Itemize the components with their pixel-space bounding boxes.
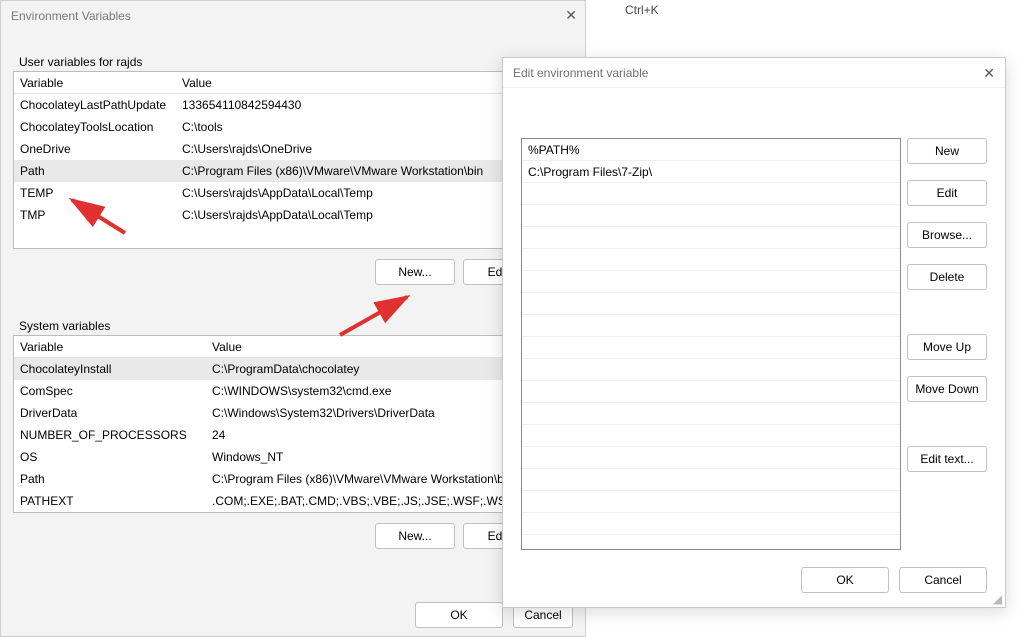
table-row[interactable]: OneDriveC:\Users\rajds\OneDrive [14,138,572,160]
col-variable[interactable]: Variable [20,76,182,90]
user-vars-list[interactable]: Variable Value ChocolateyLastPathUpdate1… [13,71,573,249]
list-item-empty[interactable] [522,315,900,337]
edit-dialog-title: Edit environment variable [513,66,648,80]
system-vars-group: System variables Variable Value Chocolat… [13,311,573,559]
keyboard-hint: Ctrl+K [625,3,659,17]
cell-var: OS [20,450,212,464]
table-row[interactable]: PATHEXT.COM;.EXE;.BAT;.CMD;.VBS;.VBE;.JS… [14,490,572,512]
list-item[interactable]: C:\Program Files\7-Zip\ [522,161,900,183]
user-vars-group: User variables for rajds Variable Value … [13,47,573,295]
list-item-empty[interactable] [522,227,900,249]
cell-var: Path [20,472,212,486]
table-row[interactable]: NUMBER_OF_PROCESSORS24 [14,424,572,446]
list-item-empty[interactable] [522,469,900,491]
cell-var: ChocolateyToolsLocation [20,120,182,134]
col-variable[interactable]: Variable [20,340,212,354]
cell-var: PATHEXT [20,494,212,508]
env-dialog-title: Environment Variables [11,9,131,23]
system-new-button[interactable]: New... [375,523,455,549]
list-item-empty[interactable] [522,513,900,535]
table-row[interactable]: OSWindows_NT [14,446,572,468]
list-item-empty[interactable] [522,293,900,315]
list-item-empty[interactable] [522,337,900,359]
list-item-empty[interactable] [522,359,900,381]
table-row[interactable]: ComSpecC:\WINDOWS\system32\cmd.exe [14,380,572,402]
close-icon[interactable]: ✕ [983,65,995,82]
list-item-empty[interactable] [522,403,900,425]
table-row[interactable]: ChocolateyInstallC:\ProgramData\chocolat… [14,358,572,380]
user-new-button[interactable]: New... [375,259,455,285]
table-row[interactable]: TMPC:\Users\rajds\AppData\Local\Temp [14,204,572,226]
edit-dialog-footer: OK Cancel [801,567,987,593]
list-item-empty[interactable] [522,249,900,271]
list-item-empty[interactable] [522,447,900,469]
resize-grip-icon[interactable]: ◢ [990,592,1002,604]
cell-var: TEMP [20,186,182,200]
list-item-empty[interactable] [522,183,900,205]
table-row-path[interactable]: PathC:\Program Files (x86)\VMware\VMware… [14,160,572,182]
edit-env-variable-dialog: Edit environment variable ✕ %PATH% C:\Pr… [502,57,1006,608]
close-icon[interactable]: ✕ [565,7,577,24]
user-vars-buttons: New... Edit... [13,249,573,295]
system-vars-buttons: New... Edit... [13,513,573,559]
system-vars-label: System variables [15,319,114,333]
edit-text-button[interactable]: Edit text... [907,446,987,472]
table-row[interactable]: DriverDataC:\Windows\System32\Drivers\Dr… [14,402,572,424]
table-row[interactable]: PathC:\Program Files (x86)\VMware\VMware… [14,468,572,490]
list-item-empty[interactable] [522,205,900,227]
edit-ok-button[interactable]: OK [801,567,889,593]
env-variables-dialog: Environment Variables ✕ User variables f… [0,0,586,637]
list-header[interactable]: Variable Value [14,72,572,94]
new-button[interactable]: New [907,138,987,164]
browse-button[interactable]: Browse... [907,222,987,248]
table-row[interactable]: ChocolateyLastPathUpdate1336541108425944… [14,94,572,116]
move-up-button[interactable]: Move Up [907,334,987,360]
cell-var: Path [20,164,182,178]
system-vars-list[interactable]: Variable Value ChocolateyInstallC:\Progr… [13,335,573,513]
edit-dialog-body: %PATH% C:\Program Files\7-Zip\ New Edit [503,88,1005,607]
edit-button[interactable]: Edit [907,180,987,206]
list-item-empty[interactable] [522,271,900,293]
table-row[interactable]: ChocolateyToolsLocationC:\tools [14,116,572,138]
list-header[interactable]: Variable Value [14,336,572,358]
env-ok-button[interactable]: OK [415,602,503,628]
cell-var: TMP [20,208,182,222]
cell-var: ChocolateyLastPathUpdate [20,98,182,112]
edit-right-button-column: New Edit Browse... Delete Move Up Move D… [907,138,987,472]
cell-var: NUMBER_OF_PROCESSORS [20,428,212,442]
list-item-empty[interactable] [522,381,900,403]
delete-button[interactable]: Delete [907,264,987,290]
list-item[interactable]: %PATH% [522,139,900,161]
cell-var: OneDrive [20,142,182,156]
edit-dialog-titlebar[interactable]: Edit environment variable ✕ [503,58,1005,88]
edit-cancel-button[interactable]: Cancel [899,567,987,593]
move-down-button[interactable]: Move Down [907,376,987,402]
user-vars-label: User variables for rajds [15,55,146,69]
path-entries-list[interactable]: %PATH% C:\Program Files\7-Zip\ [521,138,901,550]
cell-var: DriverData [20,406,212,420]
cell-var: ComSpec [20,384,212,398]
cell-var: ChocolateyInstall [20,362,212,376]
table-row[interactable]: TEMPC:\Users\rajds\AppData\Local\Temp [14,182,572,204]
list-item-empty[interactable] [522,491,900,513]
env-dialog-titlebar[interactable]: Environment Variables ✕ [1,1,585,31]
list-item-empty[interactable] [522,425,900,447]
